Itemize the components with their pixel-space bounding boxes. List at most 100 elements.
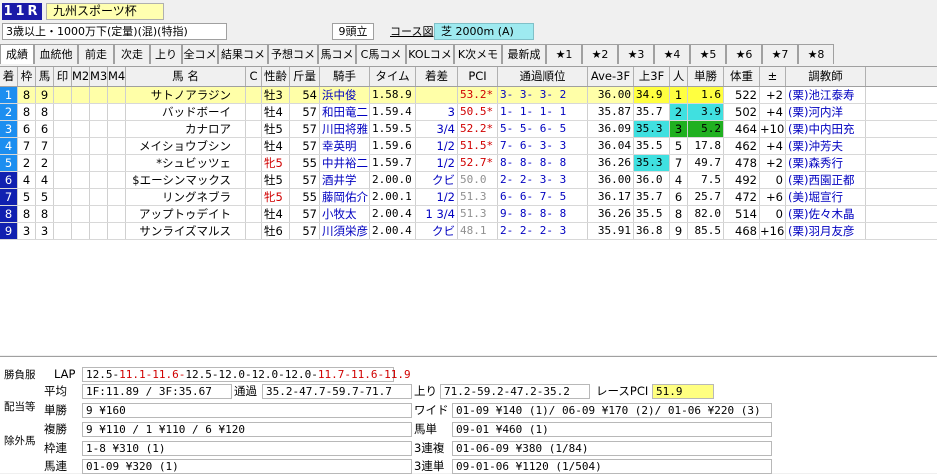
column-header[interactable]: 調教師 <box>786 67 866 86</box>
cell-name: カナロア <box>126 121 246 137</box>
side-tab-label: 配当等 <box>4 401 36 413</box>
tab-3[interactable]: 次走 <box>114 44 150 64</box>
column-header[interactable]: 着差 <box>416 67 458 86</box>
cell-finish: 7 <box>0 189 18 205</box>
cell-diff: +10 <box>760 121 786 137</box>
tab-7[interactable]: 予想コメ <box>268 44 318 64</box>
tab-11[interactable]: K次メモ <box>454 44 502 64</box>
cell-blank <box>90 206 108 222</box>
column-header[interactable]: 体重 <box>724 67 760 86</box>
table-row[interactable]: 4 7 7 メイショウブシン 牡4 57 幸英明 1.59.6 1/2 51.5* 7- 6- 3-… <box>0 138 937 155</box>
cell-blank <box>108 172 126 188</box>
column-header[interactable]: 上3F <box>634 67 670 86</box>
column-header[interactable]: Ave-3F <box>588 67 634 86</box>
column-header[interactable]: 騎手 <box>320 67 370 86</box>
lap-split: 12.0- <box>251 368 285 381</box>
side-tab-payouts[interactable]: 配当等 <box>4 401 36 413</box>
cell-pop: 3 <box>670 121 688 137</box>
cell-ave3f: 36.26 <box>588 155 634 171</box>
cell-jockey: 小牧太 <box>320 206 370 222</box>
column-header[interactable]: M2 <box>72 67 90 86</box>
tab-4[interactable]: 上り <box>150 44 182 64</box>
cell-weight: 57 <box>290 138 320 154</box>
table-row[interactable]: 1 8 9 サトノアラジン 牡3 54 浜中俊 1.58.9 53.2* 3- 3- 3- 2 36… <box>0 87 937 104</box>
cell-name: メイショウブシン <box>126 138 246 154</box>
cell-pop: 5 <box>670 138 688 154</box>
cell-waku: 4 <box>18 172 36 188</box>
tab-12[interactable]: 最新成 <box>502 44 546 64</box>
column-header[interactable]: ± <box>760 67 786 86</box>
column-header[interactable]: C <box>246 67 262 86</box>
side-tab-silks[interactable]: 勝負服 <box>4 369 36 381</box>
cell-weight: 54 <box>290 87 320 103</box>
column-header[interactable]: 性齢 <box>262 67 290 86</box>
agari-label: 上り <box>414 384 437 398</box>
cell-blank <box>54 121 72 137</box>
column-header[interactable]: 着 <box>0 67 18 86</box>
cell-blank <box>246 87 262 103</box>
cell-finish: 1 <box>0 87 18 103</box>
tab-10[interactable]: KOLコメ <box>406 44 454 64</box>
cell-body: 468 <box>724 223 760 239</box>
column-header[interactable]: M4 <box>108 67 126 86</box>
table-row[interactable]: 9 3 3 サンライズマルス 牡6 57 川須栄彦 2.00.4 クビ 48.1 2- 2- 2- … <box>0 223 937 240</box>
table-row[interactable]: 8 8 8 アップトゥデイト 牡4 57 小牧太 2.00.4 1 3/4 51.3 9- 8- 8… <box>0 206 937 223</box>
table-row[interactable]: 6 4 4 $エーシンマックス 牡5 57 酒井学 2.00.0 クビ 50.0 2- 2- 3- … <box>0 172 937 189</box>
cell-blank <box>72 121 90 137</box>
tab-19[interactable]: ★7 <box>762 44 798 64</box>
tab-8[interactable]: 馬コメ <box>318 44 356 64</box>
cell-sexage: 牡3 <box>262 87 290 103</box>
tab-5[interactable]: 全コメ <box>182 44 218 64</box>
tab-15[interactable]: ★3 <box>618 44 654 64</box>
cell-weight: 57 <box>290 104 320 120</box>
cell-pci: 51.3 <box>458 189 498 205</box>
tab-1[interactable]: 血統他 <box>34 44 78 64</box>
cell-passing: 6- 6- 7- 5 <box>498 189 588 205</box>
lap-split: 12.5- <box>185 368 219 381</box>
column-header[interactable]: 馬 名 <box>126 67 246 86</box>
column-header[interactable]: 印 <box>54 67 72 86</box>
course-map-link[interactable]: コース図 <box>390 23 433 40</box>
table-row[interactable]: 3 6 6 カナロア 牡5 57 川田将雅 1.59.5 3/4 52.2* 5- 5- 6- 53… <box>0 121 937 138</box>
tab-2[interactable]: 前走 <box>78 44 114 64</box>
column-header[interactable]: M3 <box>90 67 108 86</box>
cell-finish: 5 <box>0 155 18 171</box>
column-header[interactable]: 単勝 <box>688 67 724 86</box>
cell-odds: 25.7 <box>688 189 724 205</box>
cell-jockey: 浜中俊 <box>320 87 370 103</box>
table-row[interactable]: 5 2 2 *シュビッツェ 牝5 55 中井裕二 1.59.7 1/2 52.7* 8- 8- 8-… <box>0 155 937 172</box>
column-header[interactable]: 人 <box>670 67 688 86</box>
tab-18[interactable]: ★6 <box>726 44 762 64</box>
cell-trainer: (栗)西園正都 <box>786 172 866 188</box>
table-row[interactable]: 2 8 8 バッドボーイ 牡4 57 和田竜二 1.59.4 3 50.5* 1- 1- 1- 13… <box>0 104 937 121</box>
cell-num: 6 <box>36 121 54 137</box>
tab-20[interactable]: ★8 <box>798 44 834 64</box>
cell-finish: 9 <box>0 223 18 239</box>
column-header[interactable]: 馬 <box>36 67 54 86</box>
cell-margin: 1/2 <box>416 138 458 154</box>
tab-14[interactable]: ★2 <box>582 44 618 64</box>
cell-pci: 51.3 <box>458 206 498 222</box>
tab-17[interactable]: ★5 <box>690 44 726 64</box>
cell-blank <box>54 189 72 205</box>
tab-6[interactable]: 結果コメ <box>218 44 268 64</box>
column-header[interactable]: 斤量 <box>290 67 320 86</box>
column-header[interactable]: 通過順位 <box>498 67 588 86</box>
race-name: 九州スポーツ杯 <box>46 3 164 20</box>
table-row[interactable]: 7 5 5 リングネブラ 牝5 55 藤岡佑介 2.00.1 1/2 51.3 6- 6- 7- 5… <box>0 189 937 206</box>
cell-diff: +16 <box>760 223 786 239</box>
tab-16[interactable]: ★4 <box>654 44 690 64</box>
column-header[interactable]: PCI <box>458 67 498 86</box>
side-tab-scratched[interactable]: 除外馬 <box>4 435 36 447</box>
cell-waku: 3 <box>18 223 36 239</box>
tab-0[interactable]: 成績 <box>0 44 34 64</box>
tab-9[interactable]: C馬コメ <box>356 44 406 64</box>
cell-num: 8 <box>36 104 54 120</box>
cell-weight: 55 <box>290 155 320 171</box>
lap-split: 12.0- <box>218 368 252 381</box>
cell-diff: +2 <box>760 87 786 103</box>
tab-13[interactable]: ★1 <box>546 44 582 64</box>
column-header[interactable]: 枠 <box>18 67 36 86</box>
column-header[interactable]: タイム <box>370 67 416 86</box>
cell-trainer: (栗)河内洋 <box>786 104 866 120</box>
